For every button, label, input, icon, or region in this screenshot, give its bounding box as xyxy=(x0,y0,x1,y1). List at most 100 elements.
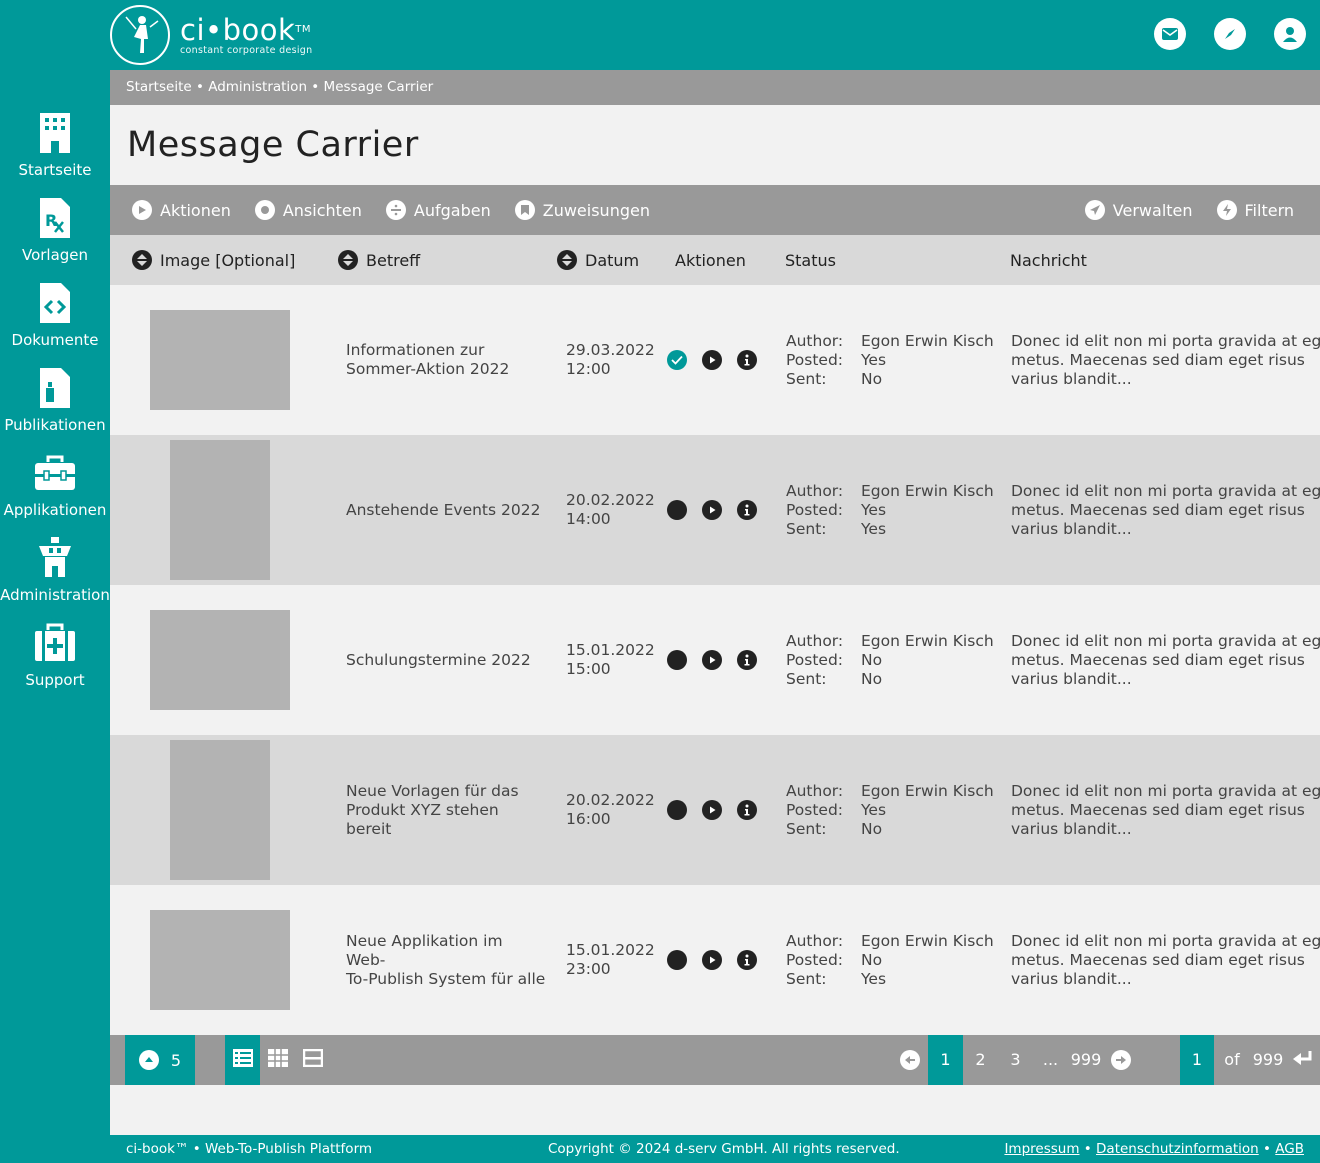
info-icon[interactable] xyxy=(737,800,757,820)
arrow-up-circle-icon xyxy=(138,1050,159,1070)
sidebar-item-support[interactable]: Support xyxy=(0,620,110,689)
list-view-icon xyxy=(232,1049,253,1071)
time-value: 23:00 xyxy=(566,960,611,978)
list-view-button[interactable] xyxy=(225,1035,260,1085)
image-placeholder xyxy=(150,610,290,710)
top-bar: ci•bookTM constant corporate design xyxy=(0,0,1320,70)
column-image-sort[interactable]: Image [Optional] xyxy=(132,235,295,285)
play-icon[interactable] xyxy=(702,500,722,520)
message-line: Donec id elit non mi porta gravida at eg… xyxy=(1011,931,1320,950)
message-line: metus. Maecenas sed diam eget risus xyxy=(1011,800,1305,819)
brand-logo[interactable]: ci•bookTM constant corporate design xyxy=(110,5,312,65)
message-line: Donec id elit non mi porta gravida at eg… xyxy=(1011,781,1320,800)
zuweisungen-label: Zuweisungen xyxy=(542,200,650,220)
status-label-sent: Sent: xyxy=(786,669,827,688)
aktionen-button[interactable]: Aktionen xyxy=(132,200,231,220)
status-label-sent: Sent: xyxy=(786,969,827,988)
sidebar-item-label: Vorlagen xyxy=(21,246,89,264)
play-icon[interactable] xyxy=(702,800,722,820)
verwalten-button[interactable]: Verwalten xyxy=(1084,200,1193,220)
current-page-input[interactable]: 1 xyxy=(1180,1035,1214,1085)
footer: ci-book™ • Web-To-Publish Plattform Copy… xyxy=(110,1135,1320,1163)
page-3-button[interactable]: 3 xyxy=(1003,1035,1028,1085)
code-file-icon xyxy=(0,280,110,326)
subject-line: Schulungstermine 2022 xyxy=(346,650,531,669)
bookmark-icon xyxy=(514,200,535,220)
date-value: 15.01.2022 xyxy=(566,641,655,659)
ansichten-button[interactable]: Ansichten xyxy=(254,200,362,220)
prev-page-button[interactable] xyxy=(900,1035,920,1085)
play-icon[interactable] xyxy=(702,950,722,970)
status-value-sent: Yes xyxy=(861,519,887,538)
sidebar-item-dokumente[interactable]: Dokumente xyxy=(0,280,110,349)
next-page-button[interactable] xyxy=(1111,1035,1131,1085)
status-dot-icon[interactable] xyxy=(667,950,687,970)
info-icon[interactable] xyxy=(737,350,757,370)
aufgaben-button[interactable]: Aufgaben xyxy=(385,200,491,220)
sidebar-item-applikationen[interactable]: Applikationen xyxy=(0,450,110,519)
tile-view-button[interactable] xyxy=(295,1035,330,1085)
status-dot-icon[interactable] xyxy=(667,650,687,670)
info-icon[interactable] xyxy=(737,950,757,970)
play-icon xyxy=(132,200,152,220)
info-icon[interactable] xyxy=(737,500,757,520)
actions-cell xyxy=(667,650,772,670)
actions-cell xyxy=(667,800,772,820)
table-row[interactable]: Anstehende Events 2022 20.02.2022 14:00 Aut… xyxy=(110,435,1320,585)
status-dot-icon[interactable] xyxy=(667,500,687,520)
datenschutz-link[interactable]: Datenschutzinformation xyxy=(1096,1141,1259,1157)
status-value-author: Egon Erwin Kisch xyxy=(861,631,994,650)
table-row[interactable]: Schulungstermine 2022 15.01.2022 15:00 Auth… xyxy=(110,585,1320,735)
subject-line: Anstehende Events 2022 xyxy=(346,500,541,519)
zuweisungen-button[interactable]: Zuweisungen xyxy=(514,200,650,220)
page-2-button[interactable]: 2 xyxy=(968,1035,993,1085)
per-page-selector[interactable]: 5 xyxy=(125,1035,195,1085)
info-icon[interactable] xyxy=(737,650,757,670)
table-row[interactable]: Neue Applikation im Web- To-Publish Syste… xyxy=(110,885,1320,1035)
aufgaben-label: Aufgaben xyxy=(413,200,491,220)
check-icon[interactable] xyxy=(667,350,687,370)
image-placeholder xyxy=(170,440,270,580)
page-last-button[interactable]: 999 xyxy=(1068,1035,1104,1085)
toolbox-icon xyxy=(0,450,110,496)
column-subject-sort[interactable]: Betreff xyxy=(338,235,420,285)
date-value: 20.02.2022 xyxy=(566,791,655,809)
status-dot-icon[interactable] xyxy=(667,800,687,820)
sidebar-item-administration[interactable]: Administration xyxy=(0,535,110,604)
table-row[interactable]: Neue Vorlagen für das Produkt XYZ stehen … xyxy=(110,735,1320,885)
status-value-sent: No xyxy=(861,369,883,388)
image-placeholder xyxy=(150,310,290,410)
compass-icon[interactable] xyxy=(1214,18,1246,50)
sidebar-item-publikationen[interactable]: Publikationen xyxy=(0,365,110,434)
page-1-button[interactable]: 1 xyxy=(928,1035,963,1085)
sidebar-item-vorlagen[interactable]: R Vorlagen xyxy=(0,195,110,264)
sidebar: Startseite R Vorlagen Dokumente Publikat… xyxy=(0,70,110,1135)
sort-icon xyxy=(132,250,152,270)
impressum-link[interactable]: Impressum xyxy=(1004,1141,1079,1157)
navigate-icon xyxy=(1084,200,1105,220)
message-line: Donec id elit non mi porta gravida at eg… xyxy=(1011,481,1320,500)
image-placeholder xyxy=(150,910,290,1010)
subject-line: Sommer-Aktion 2022 xyxy=(346,360,510,378)
column-date-sort[interactable]: Datum xyxy=(557,235,639,285)
status-values: Egon Erwin Kisch No Yes xyxy=(861,885,1011,1035)
status-labels: Author: Posted: Sent: xyxy=(786,585,856,735)
status-value-posted: No xyxy=(861,950,883,969)
mail-icon[interactable] xyxy=(1154,18,1186,50)
play-icon[interactable] xyxy=(702,650,722,670)
grid-view-button[interactable] xyxy=(260,1035,295,1085)
status-value-posted: No xyxy=(861,650,883,669)
sidebar-item-startseite[interactable]: Startseite xyxy=(0,110,110,179)
message-line: varius blandit... xyxy=(1011,669,1132,688)
table-row[interactable]: Informationen zur Sommer-Aktion 2022 29.03… xyxy=(110,285,1320,435)
subject-line: Produkt XYZ stehen bereit xyxy=(346,800,499,838)
filtern-button[interactable]: Filtern xyxy=(1216,200,1294,220)
play-icon[interactable] xyxy=(702,350,722,370)
status-label-author: Author: xyxy=(786,931,844,950)
sidebar-item-label: Support xyxy=(25,671,85,689)
go-to-page-button[interactable] xyxy=(1292,1035,1314,1085)
subject-line: Neue Vorlagen für das xyxy=(346,781,519,800)
agb-link[interactable]: AGB xyxy=(1275,1141,1304,1157)
breadcrumb[interactable]: Startseite • Administration • Message Ca… xyxy=(110,70,1320,105)
user-icon[interactable] xyxy=(1274,18,1306,50)
